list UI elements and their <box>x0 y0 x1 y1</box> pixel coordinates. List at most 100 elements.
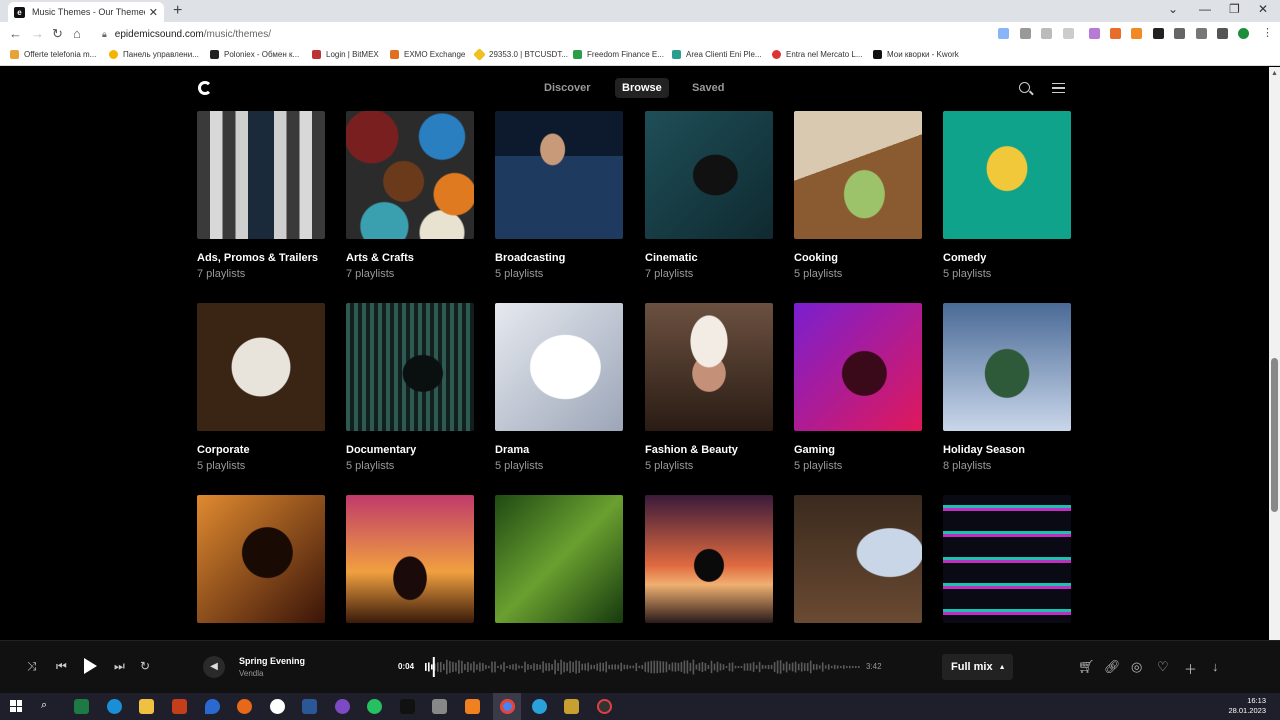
theme-card[interactable]: Broadcasting 5 playlists <box>495 111 623 280</box>
hamburger-menu-icon[interactable] <box>1052 83 1065 93</box>
add-icon[interactable]: ＋ <box>1184 659 1197 678</box>
theme-card[interactable] <box>495 495 623 623</box>
theme-card[interactable]: Drama 5 playlists <box>495 303 623 472</box>
bookmark-item[interactable]: EXMO Exchange <box>390 50 465 59</box>
address-bar[interactable]: 🔒︎ epidemicsound.com/music/themes/ <box>96 24 986 44</box>
telegram-icon[interactable] <box>532 699 547 714</box>
theme-card[interactable]: Arts & Crafts 7 playlists <box>346 111 474 280</box>
restore-button[interactable]: ❐ <box>1229 2 1240 16</box>
system-clock[interactable]: 16:13 28.01.2023 <box>1228 696 1266 716</box>
theme-card[interactable]: Gaming 5 playlists <box>794 303 922 472</box>
waveform-scrubber[interactable] <box>425 655 861 679</box>
theme-thumbnail[interactable] <box>645 111 773 239</box>
nav-discover[interactable]: Discover <box>544 82 590 94</box>
epidemic-logo-icon[interactable] <box>198 81 212 95</box>
tab-search-icon[interactable]: ⌄ <box>1168 2 1178 16</box>
previous-icon[interactable]: ⏮︎ <box>56 659 67 674</box>
nav-saved[interactable]: Saved <box>692 82 724 94</box>
scrollbar-thumb[interactable] <box>1271 358 1278 512</box>
home-icon[interactable]: ⌂ <box>73 26 81 41</box>
app-icon[interactable] <box>564 699 579 714</box>
bookmark-item[interactable]: 29353.0 | BTCUSDT... <box>473 48 568 61</box>
minimize-button[interactable]: — <box>1199 2 1211 16</box>
theme-card[interactable] <box>645 495 773 623</box>
theme-thumbnail[interactable] <box>495 111 623 239</box>
theme-thumbnail[interactable] <box>794 111 922 239</box>
tab-close-icon[interactable]: ✕ <box>149 6 158 19</box>
whatsapp-icon[interactable] <box>367 699 382 714</box>
track-title[interactable]: Spring Evening <box>239 656 305 666</box>
playhead[interactable] <box>432 657 435 677</box>
browser-tab[interactable]: e Music Themes - Our Themed Pl... ✕ <box>8 2 164 22</box>
theme-thumbnail[interactable] <box>346 111 474 239</box>
theme-card[interactable]: Cooking 5 playlists <box>794 111 922 280</box>
app-icon[interactable] <box>205 699 220 714</box>
bookmark-item[interactable]: Entra nel Mercato L... <box>772 50 862 59</box>
extension-icon[interactable] <box>1089 28 1100 39</box>
privacy-icon[interactable] <box>1020 28 1031 39</box>
repeat-icon[interactable]: ↻ <box>140 659 150 673</box>
download-icon[interactable]: ↓ <box>1212 659 1219 674</box>
theme-card[interactable]: Cinematic 7 playlists <box>645 111 773 280</box>
extensions-puzzle-icon[interactable] <box>1174 28 1185 39</box>
theme-thumbnail[interactable] <box>645 495 773 623</box>
theme-card[interactable]: Documentary 5 playlists <box>346 303 474 472</box>
link-icon[interactable]: 🔗︎ <box>1104 659 1121 675</box>
theme-card[interactable]: Comedy 5 playlists <box>943 111 1071 280</box>
bookmark-item[interactable]: Freedom Finance E... <box>573 50 664 59</box>
word-icon[interactable] <box>302 699 317 714</box>
theme-thumbnail[interactable] <box>495 303 623 431</box>
theme-card[interactable] <box>346 495 474 623</box>
back-icon[interactable]: ← <box>9 26 22 41</box>
theme-thumbnail[interactable] <box>197 303 325 431</box>
volume-icon[interactable]: ◀︎ <box>203 656 225 678</box>
close-window-button[interactable]: ✕ <box>1258 2 1268 16</box>
tradingview-icon[interactable] <box>400 699 415 714</box>
theme-thumbnail[interactable] <box>645 303 773 431</box>
similar-icon[interactable]: ◎ <box>1131 659 1142 675</box>
forward-icon[interactable]: → <box>31 26 44 41</box>
theme-card[interactable] <box>794 495 922 623</box>
mix-selector[interactable]: Full mix ▲ <box>942 654 1013 680</box>
cart-icon[interactable]: 🛒︎ <box>1078 659 1095 675</box>
firefox-icon[interactable] <box>237 699 252 714</box>
app-icon[interactable] <box>597 699 612 714</box>
scroll-up-icon[interactable]: ▲ <box>1271 70 1278 77</box>
theme-card[interactable]: Ads, Promos & Trailers 7 playlists <box>197 111 325 280</box>
play-button[interactable] <box>84 658 97 674</box>
bookmark-item[interactable]: Poloniex - Обмен к... <box>210 50 299 59</box>
new-tab-button[interactable]: + <box>173 2 182 20</box>
metamask-icon[interactable] <box>1131 28 1142 39</box>
share-icon[interactable] <box>1041 28 1052 39</box>
search-icon[interactable]: ⌕ <box>41 699 56 714</box>
page-scrollbar[interactable] <box>1269 67 1280 640</box>
media-icon[interactable] <box>1196 28 1207 39</box>
theme-card[interactable]: Fashion & Beauty 5 playlists <box>645 303 773 472</box>
translate-icon[interactable] <box>998 28 1009 39</box>
theme-thumbnail[interactable] <box>197 495 325 623</box>
profile-avatar[interactable] <box>1238 28 1249 39</box>
theme-card[interactable] <box>197 495 325 623</box>
bookmark-item[interactable]: Мои кворки - Kwork <box>873 50 959 59</box>
bookmark-item[interactable]: Offerte telefonia m... <box>10 50 96 59</box>
theme-card[interactable] <box>943 495 1071 623</box>
theme-thumbnail[interactable] <box>346 495 474 623</box>
search-icon[interactable] <box>1019 82 1030 93</box>
lock-icon[interactable]: 🔒︎ <box>102 29 107 40</box>
theme-card[interactable]: Corporate 5 playlists <box>197 303 325 472</box>
windows-start-icon[interactable] <box>10 700 22 712</box>
app-icon[interactable] <box>465 699 480 714</box>
theme-thumbnail[interactable] <box>346 303 474 431</box>
chrome-icon[interactable] <box>500 699 515 714</box>
edge-icon[interactable] <box>107 699 122 714</box>
theme-card[interactable]: Holiday Season 8 playlists <box>943 303 1071 472</box>
yandex-icon[interactable] <box>270 699 285 714</box>
powerpoint-icon[interactable] <box>172 699 187 714</box>
extension-icon[interactable] <box>1110 28 1121 39</box>
extension-icon[interactable] <box>1153 28 1164 39</box>
theme-thumbnail[interactable] <box>943 303 1071 431</box>
theme-thumbnail[interactable] <box>495 495 623 623</box>
next-icon[interactable]: ⏭︎ <box>114 659 125 674</box>
viber-icon[interactable] <box>335 699 350 714</box>
calculator-icon[interactable] <box>432 699 447 714</box>
